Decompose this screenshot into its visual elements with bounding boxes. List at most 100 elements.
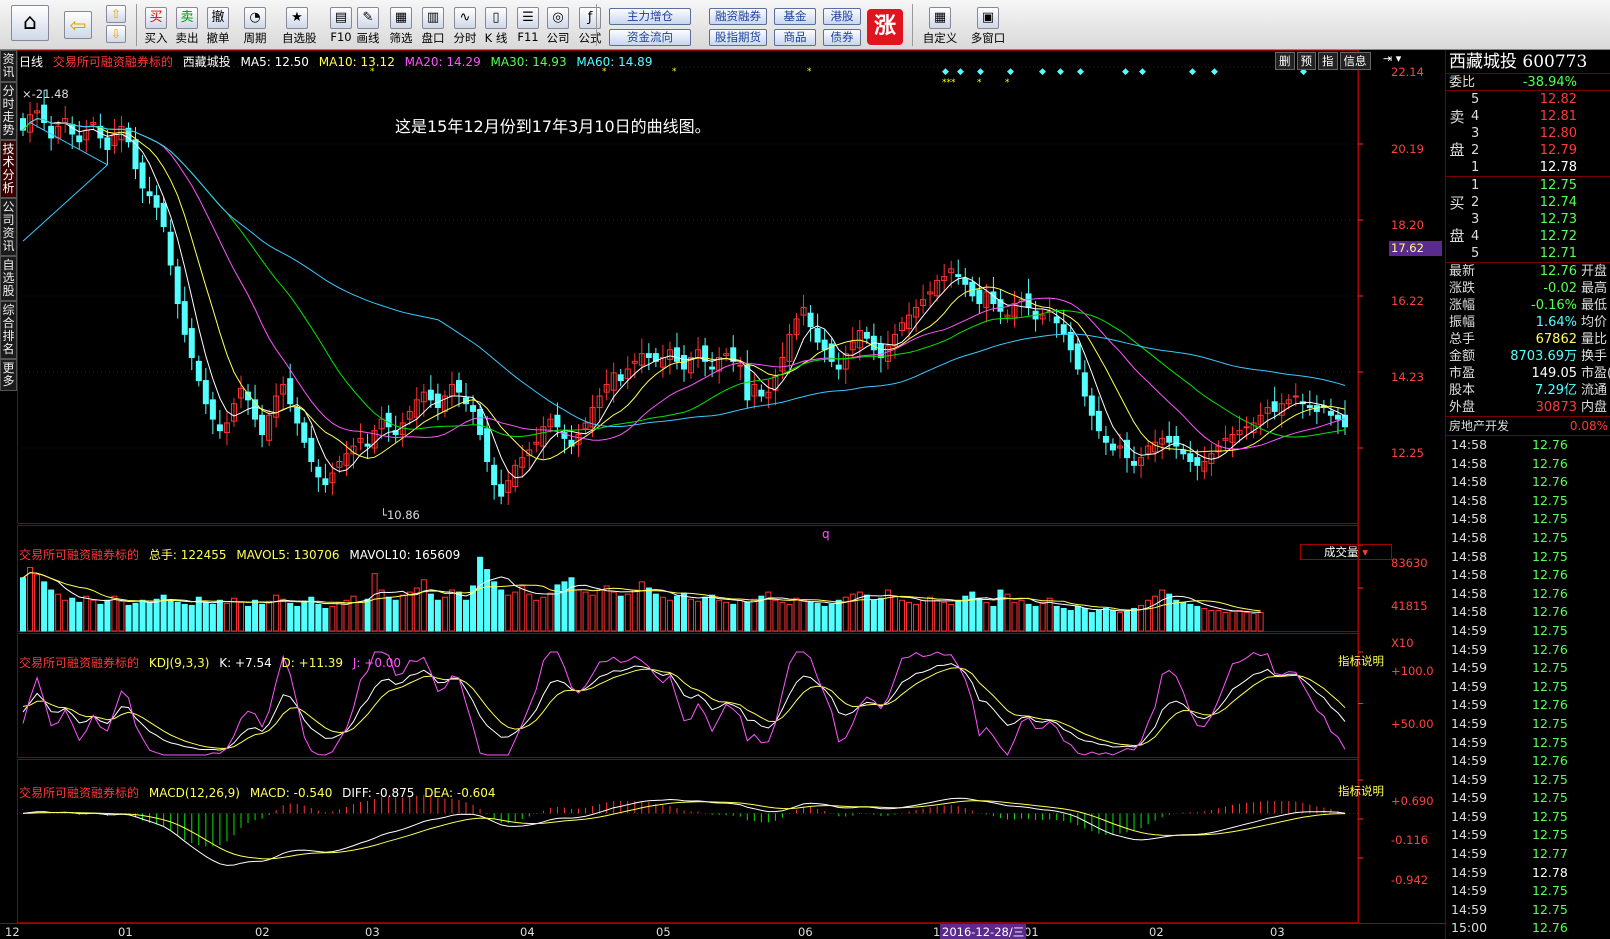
tick-list[interactable]: 14:58 12.76 14:58 12.76 14:58 12.76 14:58 12.75… [1446, 436, 1610, 938]
sell-button[interactable]: 卖卖出 [172, 3, 202, 49]
quote-row: 振幅 1.64% 均价 [1446, 314, 1610, 331]
candle-body [1088, 395, 1095, 416]
bids-level-row[interactable]: 2 12.74 [1446, 194, 1610, 211]
pill-margin-trading[interactable]: 融资融券 [709, 8, 767, 25]
volume-mavol10: MAVOL10: 165609 [349, 548, 461, 562]
limit-up-button[interactable]: 涨 [867, 9, 903, 45]
f11-button[interactable]: ☰ F11 [513, 3, 543, 49]
pill-bond[interactable]: 债券 [823, 29, 861, 46]
buy-button[interactable]: 买买入 [141, 3, 171, 49]
macd-name[interactable]: MACD(12,26,9) [149, 786, 240, 800]
bids-level-row[interactable]: 3 12.73 [1446, 211, 1610, 228]
chart-top-button-3[interactable]: 信息 [1339, 52, 1371, 70]
kdj-help-button[interactable]: 指标说明 [1338, 653, 1384, 669]
volume-bar [744, 601, 751, 632]
volume-bar [1060, 607, 1067, 632]
volume-bar [758, 595, 765, 632]
sector-change: 0.08% [1569, 419, 1608, 433]
pill-hk-stock[interactable]: 港股 [823, 8, 861, 25]
volume-dropdown[interactable]: 成交量 ▾ [1300, 544, 1392, 560]
side-tab-1[interactable]: 分时走势 [0, 82, 17, 140]
company-button[interactable]: ◎ 公司 [543, 3, 573, 49]
volume-bar [941, 601, 948, 632]
candle-body [673, 347, 680, 362]
asks-level-row[interactable]: 3 12.80 [1446, 125, 1610, 142]
volume-bar [27, 567, 34, 632]
event-marker: ◆ [1039, 67, 1046, 77]
event-marker: ◆ [977, 67, 984, 77]
candle-body [1067, 331, 1074, 351]
kline-button[interactable]: ▯ K 线 [481, 3, 511, 49]
custom-button[interactable]: ▦ 自定义 [918, 3, 962, 49]
chart-top-button-1[interactable]: 预 [1296, 52, 1316, 70]
back-button[interactable]: ⇦ [62, 3, 94, 49]
side-tab-5[interactable]: 综合排名 [0, 301, 17, 359]
intraday-button[interactable]: ∿ 分时 [450, 3, 480, 49]
macd-help-button[interactable]: 指标说明 [1338, 783, 1384, 799]
bids-level-row[interactable]: 4 12.72 [1446, 228, 1610, 245]
pill-main-increase[interactable]: 主力增仓 [609, 8, 691, 25]
page-up-down-buttons[interactable]: ⇧ ⇩ [103, 3, 129, 49]
candle-body [1243, 426, 1250, 429]
side-tab-0[interactable]: 资讯 [0, 50, 17, 82]
macd-diff-line [22, 797, 1346, 866]
f10-label: F10 [330, 30, 352, 44]
left-vertical-tabs: 资讯 分时走势 技术分析 公司资讯 自选股 综合排名 更多 [0, 50, 17, 480]
candle-body [1271, 401, 1278, 412]
chart-top-button-0[interactable]: 删 [1275, 52, 1295, 70]
volume-bar [561, 581, 568, 632]
period-button[interactable]: ◔ 周期 [240, 3, 270, 49]
volume-bar [730, 603, 737, 632]
volume-bar [308, 596, 315, 632]
sector-row[interactable]: 房地产开发 0.08% [1446, 417, 1610, 436]
cancel-button[interactable]: 撤撤单 [203, 3, 233, 49]
candle-body [484, 428, 491, 462]
asks-level-row[interactable]: 4 12.81 [1446, 108, 1610, 125]
pill-fund-flow[interactable]: 资金流向 [609, 29, 691, 46]
screen-button[interactable]: ▦ 筛选 [386, 3, 416, 49]
home-button[interactable]: ⌂ [5, 3, 55, 49]
asks-level-row[interactable]: 1 12.78 [1446, 159, 1610, 176]
level-number: 5 [1471, 246, 1480, 261]
volume-bar [209, 603, 216, 632]
side-tab-2[interactable]: 技术分析 [0, 140, 17, 198]
side-tab-4[interactable]: 自选股 [0, 256, 17, 301]
f10-button[interactable]: ▤ F10 [326, 3, 356, 49]
toolbar-separator [596, 4, 597, 46]
asks-level-row[interactable]: 2 12.79 [1446, 142, 1610, 159]
volume-bar [884, 589, 891, 632]
volume-bar [666, 599, 673, 632]
clock-icon: ◔ [244, 7, 266, 29]
volume-bar [955, 599, 962, 632]
asks-level-row[interactable]: 5 12.82 [1446, 91, 1610, 108]
watchlist-button[interactable]: ★ 自选股 [282, 3, 317, 49]
tick-price: 12.75 [1532, 529, 1568, 545]
side-tab-3[interactable]: 公司资讯 [0, 198, 17, 256]
volume-bar [455, 591, 462, 632]
period-label[interactable]: 日线 [19, 55, 43, 69]
tick-time: 14:59 [1451, 715, 1488, 731]
pill-commodity[interactable]: 商品 [774, 29, 816, 46]
side-tab-6[interactable]: 更多 [0, 359, 17, 391]
kdj-name[interactable]: KDJ(9,3,3) [149, 656, 210, 670]
order-book-button[interactable]: ▥ 盘口 [418, 3, 448, 49]
volume-bar [659, 596, 666, 632]
pill-fund[interactable]: 基金 [774, 8, 816, 25]
pill-index-futures[interactable]: 股指期货 [709, 29, 767, 46]
event-marker: ◆ [957, 67, 964, 77]
chart-top-button-2[interactable]: 指 [1318, 52, 1338, 70]
volume-bar [484, 569, 491, 632]
volume-bar [336, 601, 343, 632]
volume-bar [48, 589, 55, 632]
draw-line-button[interactable]: ✎ 画线 [353, 3, 383, 49]
candle-body [962, 277, 969, 285]
panel-toggle-icon[interactable]: ⇥ ▾ [1383, 52, 1401, 65]
volume-bar [505, 594, 512, 632]
candle-body [554, 414, 561, 428]
volume-bar [1081, 607, 1088, 632]
multi-window-button[interactable]: ▣ 多窗口 [966, 3, 1010, 49]
candle-body [1173, 435, 1180, 447]
bids-level-row[interactable]: 5 12.71 [1446, 245, 1610, 262]
formula-button[interactable]: ƒ 公式 [575, 3, 605, 49]
bids-level-row[interactable]: 1 12.75 [1446, 177, 1610, 194]
